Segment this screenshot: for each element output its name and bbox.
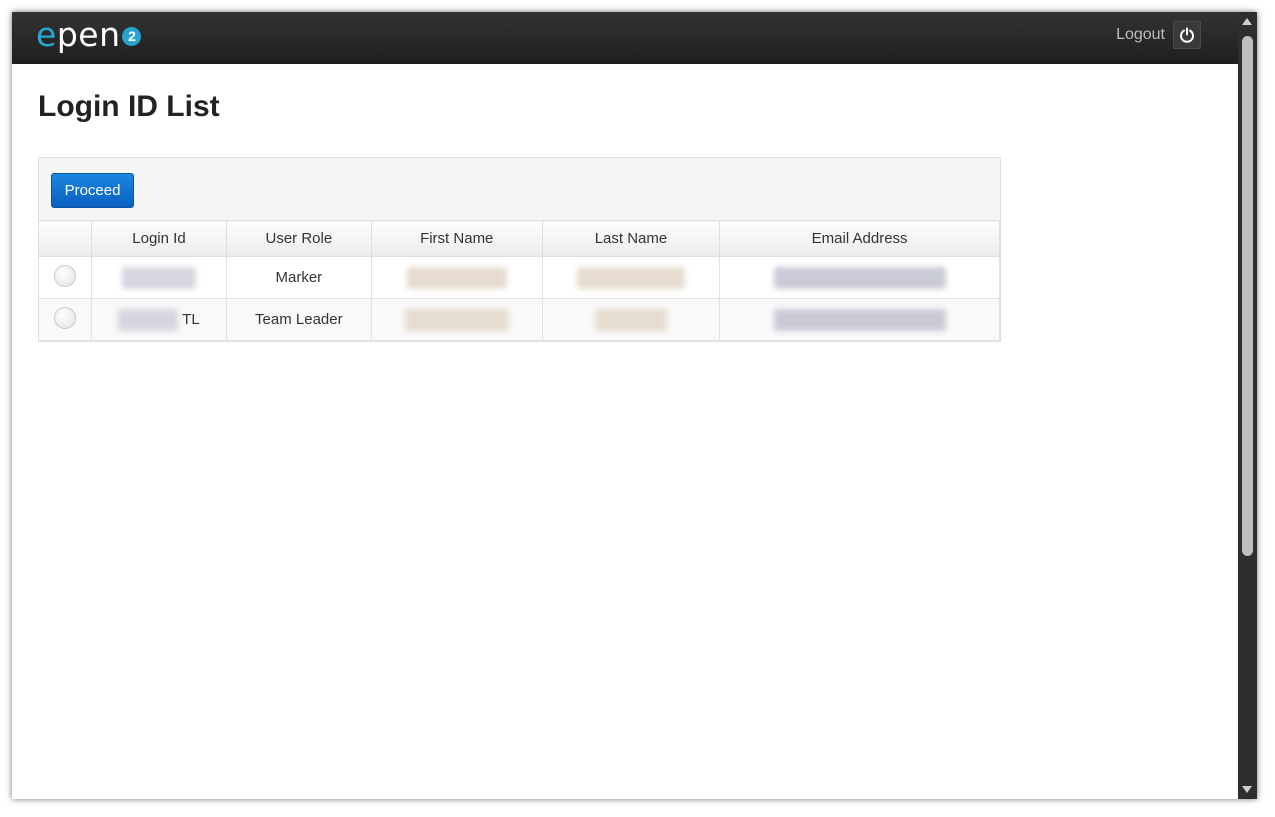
column-header-user-role[interactable]: User Role — [226, 220, 372, 257]
first-name-cell — [371, 256, 543, 299]
vertical-scrollbar[interactable] — [1238, 12, 1257, 799]
login-id-suffix: TL — [182, 310, 200, 328]
login-id-cell: TL — [91, 298, 227, 341]
column-header-first-name[interactable]: First Name — [371, 220, 543, 257]
column-header-last-name[interactable]: Last Name — [542, 220, 721, 257]
redacted-first-name — [406, 266, 507, 289]
redacted-email-address — [773, 308, 946, 331]
redacted-email-address — [773, 266, 946, 289]
logout-button[interactable]: Logout — [1116, 21, 1201, 49]
first-name-cell — [371, 298, 543, 341]
login-id-table: Login Id User Role First Name Last Name … — [39, 220, 1000, 341]
scroll-down-arrow-icon[interactable] — [1242, 786, 1252, 793]
logout-label: Logout — [1116, 26, 1165, 43]
row-radio-button[interactable] — [54, 306, 76, 329]
browser-window: epen 2 Logout Login ID List Proceed Logi… — [12, 12, 1257, 799]
table-row[interactable]: Marker — [39, 256, 1000, 299]
panel-toolbar: Proceed — [39, 158, 1000, 220]
row-select-cell — [39, 298, 92, 341]
logo-text: epen — [36, 15, 121, 54]
logo-badge: 2 — [122, 27, 142, 46]
select-column-header — [39, 220, 92, 257]
epen-logo[interactable]: epen 2 — [36, 15, 142, 54]
last-name-cell — [542, 298, 721, 341]
page-title: Login ID List — [38, 90, 220, 123]
user-role-cell: Team Leader — [226, 298, 372, 341]
power-icon[interactable] — [1173, 21, 1201, 49]
top-navigation-bar: epen 2 Logout — [12, 12, 1238, 64]
redacted-first-name — [404, 308, 509, 331]
redacted-login-id — [121, 266, 196, 289]
login-list-panel: Proceed Login Id User Role First Name La… — [38, 157, 1001, 342]
last-name-cell — [542, 256, 721, 299]
user-role-cell: Marker — [226, 256, 372, 299]
scroll-up-arrow-icon[interactable] — [1242, 18, 1252, 25]
redacted-last-name — [576, 266, 685, 289]
row-radio-button[interactable] — [54, 264, 76, 287]
row-select-cell — [39, 256, 92, 299]
proceed-button[interactable]: Proceed — [51, 173, 134, 208]
column-header-login-id[interactable]: Login Id — [91, 220, 227, 257]
table-row[interactable]: TL Team Leader — [39, 298, 1000, 341]
email-address-cell — [719, 298, 1000, 341]
column-header-email-address[interactable]: Email Address — [719, 220, 1000, 257]
email-address-cell — [719, 256, 1000, 299]
scrollbar-thumb[interactable] — [1242, 36, 1253, 556]
table-header-row: Login Id User Role First Name Last Name … — [39, 220, 1000, 257]
login-id-cell — [91, 256, 227, 299]
redacted-login-id — [118, 308, 179, 331]
redacted-last-name — [594, 308, 667, 331]
